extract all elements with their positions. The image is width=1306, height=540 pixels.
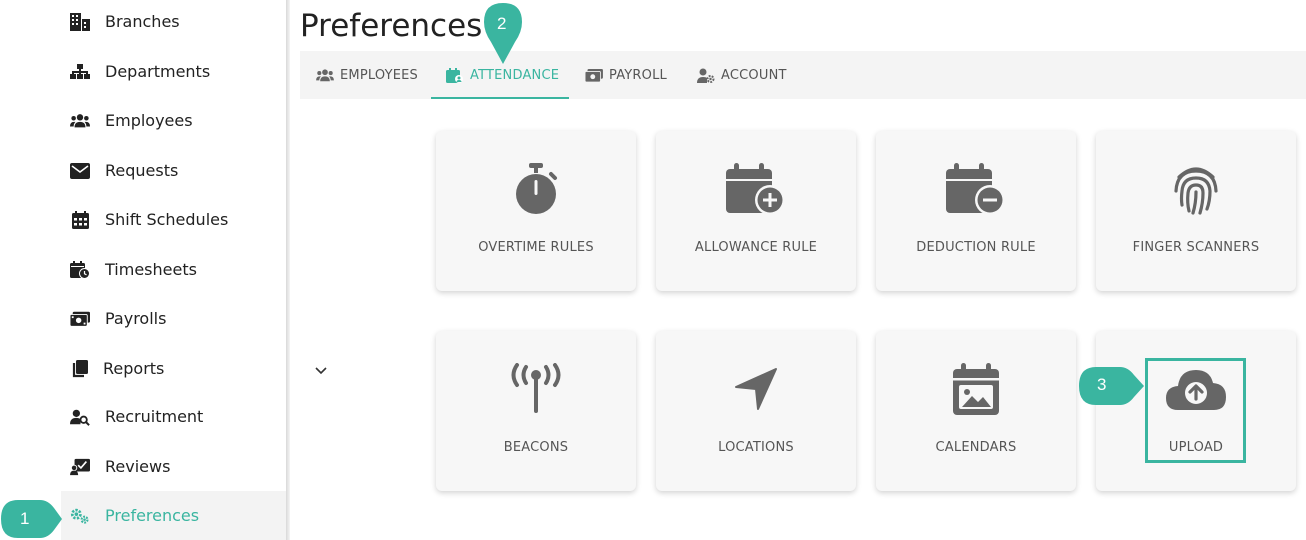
card-calendars[interactable]: CALENDARS [876,331,1076,491]
tab-bar: EMPLOYEES ATTENDANCE PAYROLL ACCOUNT [300,51,1306,99]
tab-employees[interactable]: EMPLOYEES [316,51,418,99]
envelope-icon [70,162,90,180]
card-label: ALLOWANCE RULE [694,240,818,255]
sidebar-item-employees[interactable]: Employees [61,96,286,145]
calendar-icon [70,210,90,229]
sidebar-item-recruitment[interactable]: Recruitment [61,392,286,441]
card-finger-scanners[interactable]: FINGER SCANNERS [1096,131,1296,291]
user-search-icon [70,408,90,426]
sidebar-item-preferences[interactable]: Preferences [61,491,286,540]
tab-payroll[interactable]: PAYROLL [585,51,667,99]
sidebar-item-payrolls[interactable]: Payrolls [61,294,286,343]
sidebar-item-label: Recruitment [105,407,204,426]
sidebar-item-timesheets[interactable]: Timesheets [61,245,286,294]
page-title: Preferences [300,8,483,44]
calendar-minus-icon [944,159,1008,219]
users-icon [316,68,334,82]
sidebar-item-label: Reviews [105,457,171,476]
tab-label: EMPLOYEES [340,67,418,83]
money-icon [585,68,603,82]
calendar-plus-icon [724,159,788,219]
sidebar-divider [286,0,290,540]
tab-label: PAYROLL [609,67,667,83]
user-gear-icon [697,68,715,83]
card-beacons[interactable]: BEACONS [436,331,636,491]
active-tab-indicator [431,97,569,99]
copy-icon [70,359,90,378]
chevron-down-icon[interactable] [314,362,328,376]
tab-label: ACCOUNT [721,67,787,83]
calendar-clock-icon [70,260,90,279]
sidebar-item-shift-schedules[interactable]: Shift Schedules [61,195,286,244]
sidebar-item-label: Employees [105,111,193,130]
card-label: CALENDARS [935,440,1017,455]
marker-number: 1 [20,509,30,528]
card-overtime-rules[interactable]: OVERTIME RULES [436,131,636,291]
calendar-image-icon [944,359,1008,419]
fingerprint-icon [1164,159,1228,219]
card-label: DEDUCTION RULE [916,240,1036,255]
card-label: FINGER SCANNERS [1132,240,1260,255]
sidebar-item-label: Departments [105,62,211,81]
tab-account[interactable]: ACCOUNT [697,51,787,99]
card-allowance-rule[interactable]: ALLOWANCE RULE [656,131,856,291]
upload-highlight-box [1145,358,1246,463]
card-deduction-rule[interactable]: DEDUCTION RULE [876,131,1076,291]
sidebar-item-label: Timesheets [105,260,197,279]
sitemap-icon [70,63,90,81]
step-marker-3: 3 [1078,366,1144,410]
card-label: BEACONS [503,440,569,455]
sidebar-item-requests[interactable]: Requests [61,146,286,195]
sidebar-item-reviews[interactable]: Reviews [61,442,286,491]
sidebar-item-departments[interactable]: Departments [61,47,286,96]
card-label: LOCATIONS [718,440,794,455]
review-icon [70,458,90,476]
step-marker-2: 2 [483,2,523,70]
users-icon [70,112,90,130]
money-icon [70,310,90,328]
sidebar-item-branches[interactable]: Branches [61,0,286,46]
sidebar-item-label: Branches [105,12,180,31]
broadcast-tower-icon [504,359,568,419]
calendar-user-icon [446,67,464,83]
marker-number: 3 [1097,375,1107,394]
gears-icon [70,507,90,525]
card-locations[interactable]: LOCATIONS [656,331,856,491]
marker-number: 2 [497,14,507,33]
sidebar-item-label: Reports [103,359,165,378]
building-icon [70,12,90,31]
sidebar-item-label: Payrolls [105,309,167,328]
stopwatch-icon [504,159,568,219]
sidebar-item-label: Shift Schedules [105,210,229,229]
sidebar-item-label: Preferences [105,506,200,525]
card-label: OVERTIME RULES [478,240,594,255]
sidebar-item-label: Requests [105,161,179,180]
sidebar-item-reports[interactable]: Reports [61,344,327,393]
step-marker-1: 1 [0,498,62,540]
sidebar: Branches Departments Employees Requests … [0,0,327,540]
location-arrow-icon [724,359,788,419]
